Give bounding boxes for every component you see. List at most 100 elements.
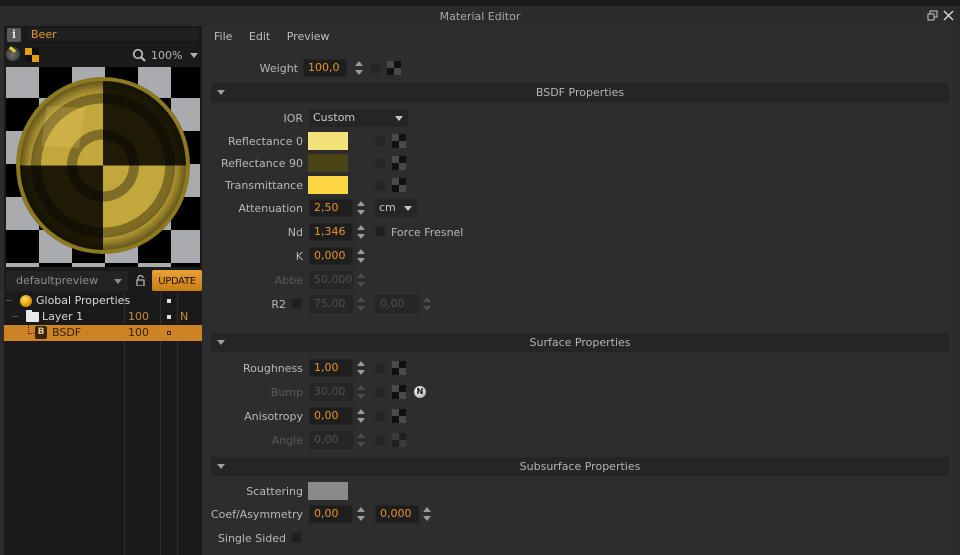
abbe-label: Abbe xyxy=(274,274,303,287)
preset-row: defaultpreview UPDATE xyxy=(4,270,202,292)
k-input[interactable]: 0,000 xyxy=(309,247,353,265)
single-sided-checkbox[interactable] xyxy=(291,532,302,543)
abbe-label-wrap: Abbe xyxy=(210,271,303,291)
menu-edit[interactable]: Edit xyxy=(249,30,270,43)
surface-properties-header[interactable]: Surface Properties xyxy=(211,333,949,352)
transmittance-color-swatch[interactable] xyxy=(308,176,348,194)
tree-item-global-properties[interactable]: Global Properties xyxy=(4,293,202,309)
anisotropy-spinner[interactable] xyxy=(355,407,367,425)
roughness-map-toggle[interactable] xyxy=(375,363,386,374)
tree-item-bsdf[interactable]: B BSDF 100 xyxy=(4,325,202,341)
r2-value1-spinner[interactable] xyxy=(355,295,367,313)
weight-spinner[interactable] xyxy=(353,59,365,77)
tree-item-layer[interactable]: Layer 1 100 N xyxy=(4,309,202,325)
weight-texture-icon[interactable] xyxy=(387,61,401,75)
weight-map-toggle[interactable] xyxy=(370,63,381,74)
attenuation-input[interactable]: 2,50 xyxy=(309,199,353,217)
chevron-down-icon xyxy=(114,279,122,284)
force-fresnel-checkbox[interactable] xyxy=(375,226,386,237)
reflectance90-texture-icon[interactable] xyxy=(392,156,406,170)
reflectance90-color-swatch[interactable] xyxy=(308,154,348,172)
preview-preset-select[interactable]: defaultpreview xyxy=(6,271,128,291)
subsurface-properties-header[interactable]: Subsurface Properties xyxy=(211,457,949,476)
r2-value2-spinner[interactable] xyxy=(421,295,433,313)
weight-input[interactable]: 100,0 xyxy=(303,59,347,77)
coef-asymmetry-label: Coef/Asymmetry xyxy=(210,508,303,521)
attenuation-spinner[interactable] xyxy=(355,199,367,217)
info-icon[interactable]: i xyxy=(7,28,21,42)
zoom-icon[interactable] xyxy=(132,48,146,62)
ior-select[interactable]: Custom xyxy=(309,109,408,127)
light-icon[interactable] xyxy=(6,47,20,61)
bump-map-toggle[interactable] xyxy=(375,387,386,398)
visibility-icon[interactable] xyxy=(167,331,171,335)
material-browser-panel: i Beer 100% defaultpreview UPDATE Global… xyxy=(4,26,202,555)
bump-texture-icon[interactable] xyxy=(392,385,406,399)
visibility-icon[interactable] xyxy=(167,315,171,319)
restore-icon[interactable] xyxy=(926,10,938,22)
transmittance-texture-icon[interactable] xyxy=(392,178,406,192)
bump-input[interactable]: 30,00 xyxy=(309,383,353,401)
single-sided-label: Single Sided xyxy=(217,532,286,545)
reflectance0-texture-icon[interactable] xyxy=(392,134,406,148)
r2-checkbox[interactable] xyxy=(291,298,302,309)
chevron-down-icon xyxy=(404,206,412,211)
k-spinner[interactable] xyxy=(355,247,367,265)
tree-item-flag[interactable]: N xyxy=(180,309,188,325)
r2-label-wrap: R2 xyxy=(210,295,286,315)
angle-texture-icon[interactable] xyxy=(392,433,406,447)
reflectance0-color-swatch[interactable] xyxy=(308,132,348,150)
tree-item-weight[interactable]: 100 xyxy=(128,325,149,341)
coef-input[interactable]: 0,00 xyxy=(309,505,353,523)
lock-icon[interactable] xyxy=(136,275,145,286)
collapse-icon[interactable] xyxy=(12,316,18,317)
bsdf-properties-header[interactable]: BSDF Properties xyxy=(211,83,949,102)
transmittance-map-toggle[interactable] xyxy=(375,180,386,191)
menu-preview[interactable]: Preview xyxy=(287,30,330,43)
material-name-row: i Beer xyxy=(4,26,202,44)
k-label-wrap: K xyxy=(210,247,303,267)
coef-spinner[interactable] xyxy=(355,505,367,523)
nd-spinner[interactable] xyxy=(355,223,367,241)
angle-spinner[interactable] xyxy=(355,431,367,449)
collapse-icon[interactable] xyxy=(6,300,12,301)
roughness-texture-icon[interactable] xyxy=(392,361,406,375)
nd-input[interactable]: 1,346 xyxy=(309,223,353,241)
scrollbar[interactable] xyxy=(952,26,960,555)
anisotropy-texture-icon[interactable] xyxy=(392,409,406,423)
reflectance90-map-toggle[interactable] xyxy=(375,158,386,169)
asymmetry-input[interactable]: 0,000 xyxy=(375,505,419,523)
close-icon[interactable] xyxy=(942,10,954,22)
update-button[interactable]: UPDATE xyxy=(152,270,202,291)
attenuation-unit-select[interactable]: cm xyxy=(375,199,417,217)
preset-value: defaultpreview xyxy=(16,274,99,287)
scattering-color-swatch[interactable] xyxy=(308,482,348,500)
sphere-icon xyxy=(20,295,32,307)
tree-item-label: Global Properties xyxy=(36,294,131,307)
r2-label: R2 xyxy=(271,298,286,311)
tree-item-weight[interactable]: 100 xyxy=(128,309,149,325)
asymmetry-spinner[interactable] xyxy=(421,505,433,523)
zoom-dropdown-icon[interactable] xyxy=(190,53,198,58)
checker-square xyxy=(171,230,200,263)
anisotropy-map-toggle[interactable] xyxy=(375,411,386,422)
visibility-icon[interactable] xyxy=(167,299,171,303)
menu-file[interactable]: File xyxy=(214,30,232,43)
angle-map-toggle[interactable] xyxy=(375,435,386,446)
material-name-input[interactable]: Beer xyxy=(26,27,200,43)
checker-background-icon[interactable] xyxy=(25,48,39,62)
r2-value2-input[interactable]: 0,00 xyxy=(375,295,419,313)
bump-spinner[interactable] xyxy=(355,383,367,401)
angle-input[interactable]: 0,00 xyxy=(309,431,353,449)
roughness-input[interactable]: 1,00 xyxy=(309,359,353,377)
abbe-input[interactable]: 50,000 xyxy=(309,271,353,289)
roughness-spinner[interactable] xyxy=(355,359,367,377)
reflectance0-label-wrap: Reflectance 0 xyxy=(210,132,303,152)
reflectance0-map-toggle[interactable] xyxy=(375,136,386,147)
r2-value1-input[interactable]: 75,00 xyxy=(309,295,353,313)
attenuation-label: Attenuation xyxy=(238,202,303,215)
normal-map-icon[interactable]: N xyxy=(414,386,426,398)
material-preview[interactable] xyxy=(6,67,200,267)
anisotropy-input[interactable]: 0,00 xyxy=(309,407,353,425)
abbe-spinner[interactable] xyxy=(355,271,367,289)
